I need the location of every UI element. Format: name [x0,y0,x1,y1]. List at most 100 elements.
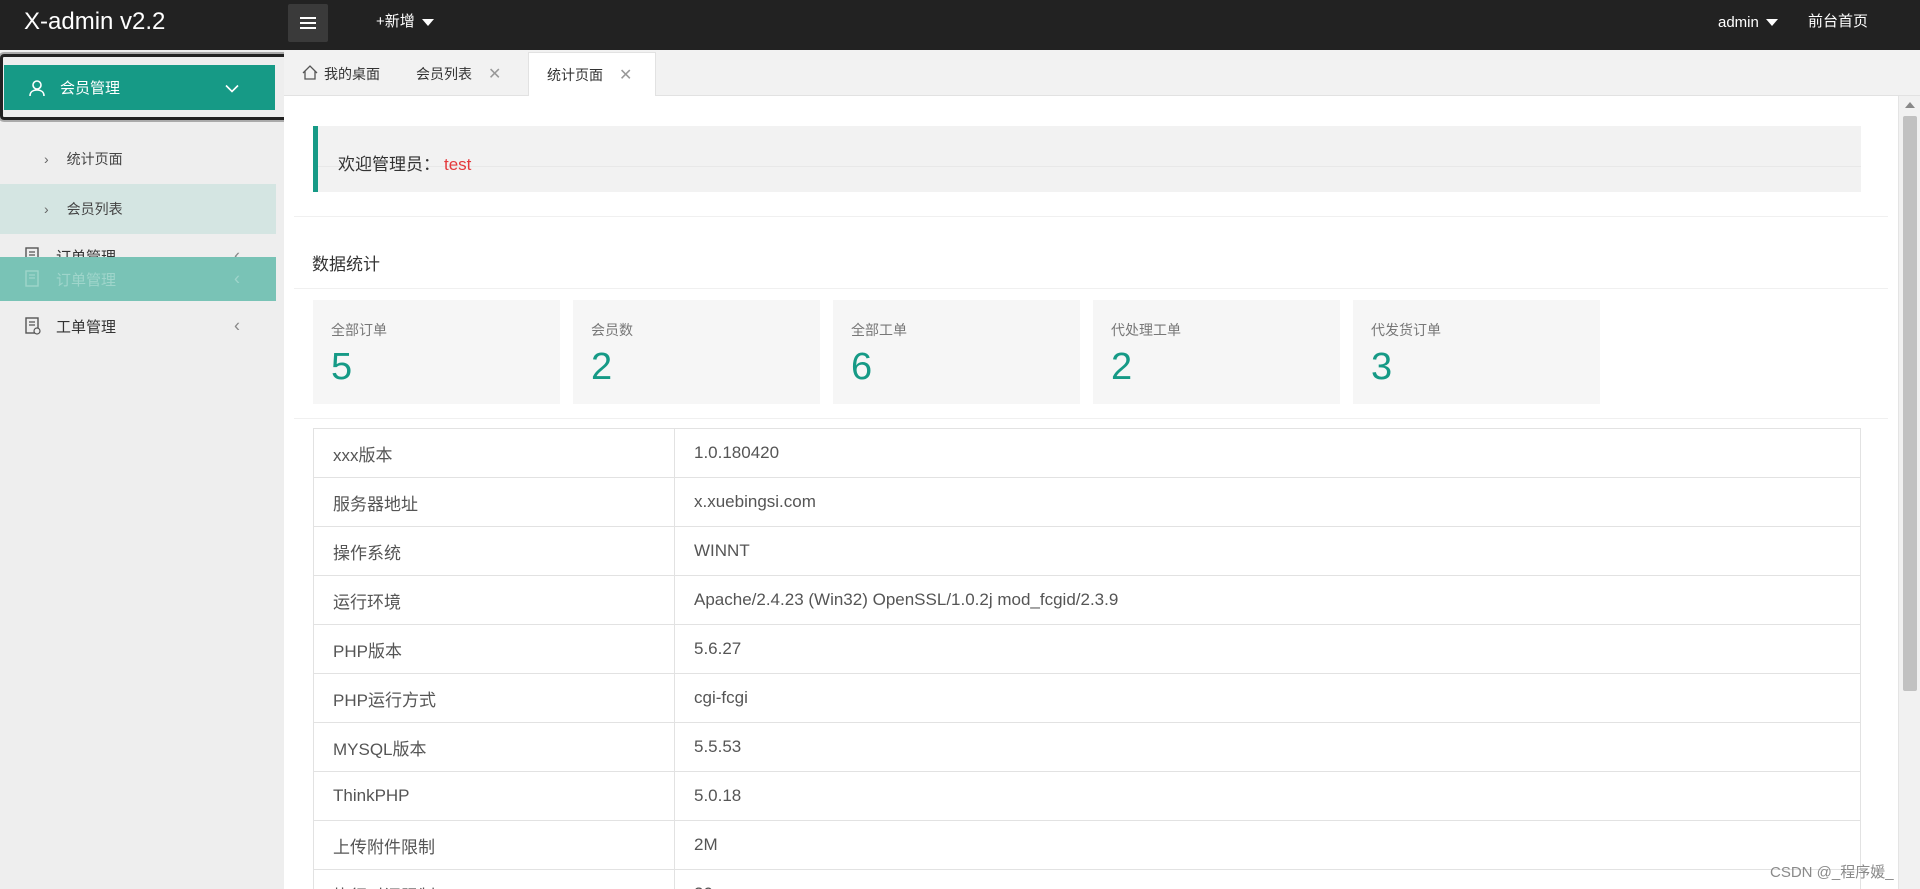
tab-bar: 我的桌面 会员列表 ✕ 统计页面 ✕ [284,50,1920,97]
server-info-table: xxx版本 1.0.180420 服务器地址 x.xuebingsi.com 操作系… [313,428,1861,889]
table-row: xxx版本 1.0.180420 [313,428,1861,478]
main-content: 欢迎管理员： test 数据统计 全部订单 5 会员数 2 全部工单 6 代处理工… [284,96,1898,889]
info-key: 上传附件限制 [313,820,675,870]
stat-label: 会员数 [591,322,633,338]
sidebar-item-label: 订单管理 [56,271,117,289]
info-value: 30s [674,869,1861,889]
info-key: 操作系统 [313,526,675,576]
front-home-link[interactable]: 前台首页 [1808,0,1868,44]
table-row: PHP版本 5.6.27 [313,624,1861,674]
info-value: WINNT [674,526,1861,576]
info-value: 5.6.27 [674,624,1861,674]
table-row: 操作系统 WINNT [313,526,1861,576]
welcome-username: test [444,155,472,174]
stat-label: 全部订单 [331,322,387,338]
divider [294,216,1888,217]
stat-label: 代处理工单 [1111,322,1181,338]
chevron-right-icon: › [44,201,49,217]
ticket-icon [22,315,44,337]
divider [294,418,1888,419]
stat-value: 3 [1371,346,1393,388]
section-title: 数据统计 [312,255,380,274]
stat-value: 5 [331,346,353,388]
stat-value: 2 [1111,346,1133,388]
sidebar-subitem-label: 统计页面 [66,151,123,167]
info-key: PHP版本 [313,624,675,674]
info-value: cgi-fcgi [674,673,1861,723]
scrollbar-thumb[interactable] [1903,116,1917,691]
close-icon[interactable]: ✕ [488,64,501,84]
app-logo[interactable]: X-admin v2.2 [24,0,165,50]
info-value: x.xuebingsi.com [674,477,1861,527]
user-name: admin [1718,13,1759,31]
stat-value: 2 [591,346,613,388]
chevron-down-icon [225,77,239,98]
table-row: 运行环境 Apache/2.4.23 (Win32) OpenSSL/1.0.2j… [313,575,1861,625]
divider [318,166,1861,167]
stat-card[interactable]: 会员数 2 [573,300,820,404]
info-value: 5.5.53 [674,722,1861,772]
welcome-prefix: 欢迎管理员： [338,155,440,174]
info-key: ThinkPHP [313,771,675,821]
scroll-up-icon[interactable] [1905,102,1915,108]
table-row: 执行时间限制30s [313,869,1861,889]
chevron-left-icon: ‹ [234,315,240,336]
table-row: 上传附件限制 2M [313,820,1861,870]
info-value: Apache/2.4.23 (Win32) OpenSSL/1.0.2j mod… [674,575,1861,625]
chevron-left-icon: ‹ [234,268,240,289]
tab-label: 会员列表 [416,66,472,82]
welcome-banner: 欢迎管理员： test [313,126,1861,192]
user-menu[interactable]: admin [1718,0,1778,44]
add-new-menu[interactable]: +新增 [376,0,434,44]
sidebar-item-ticket-management[interactable]: 工单管理 ‹ [0,304,276,348]
sidebar-item-label: 会员管理 [60,80,121,97]
sidebar-item-order-management-hover[interactable]: 订单管理 ‹ [0,257,276,301]
add-new-label: +新增 [376,13,415,30]
table-row: PHP运行方式 cgi-fcgi [313,673,1861,723]
caret-down-icon [1765,18,1778,26]
tab-member-list[interactable]: 会员列表 ✕ [404,52,511,96]
tab-my-desktop[interactable]: 我的桌面 [294,52,388,96]
table-row: ThinkPHP 5.0.18 [313,771,1861,821]
tab-label: 统计页面 [547,67,603,83]
caret-down-icon [421,18,434,26]
sidebar-item-label: 工单管理 [56,318,117,336]
stat-card[interactable]: 代发货订单 3 [1353,300,1600,404]
stat-card[interactable]: 全部订单 5 [313,300,560,404]
table-row: 服务器地址 x.xuebingsi.com [313,477,1861,527]
hamburger-icon [300,17,316,29]
stat-card[interactable]: 全部工单 6 [833,300,1080,404]
close-icon[interactable]: ✕ [619,65,632,85]
top-header: X-admin v2.2 +新增 admin 前台首页 [0,0,1920,50]
welcome-text: 欢迎管理员： test [338,150,471,175]
sidebar-subitem-stats[interactable]: › 统计页面 [0,134,276,184]
stat-label: 全部工单 [851,322,907,338]
order-icon [22,268,44,290]
info-key: 运行环境 [313,575,675,625]
user-icon [26,77,48,99]
info-key: PHP运行方式 [313,673,675,723]
tab-stats-page[interactable]: 统计页面 ✕ [528,52,656,97]
table-row: MYSQL版本 5.5.53 [313,722,1861,772]
home-icon [302,65,318,83]
info-value: 1.0.180420 [674,428,1861,478]
sidebar-item-member-management[interactable]: 会员管理 [4,65,275,110]
stat-label: 代发货订单 [1371,322,1441,338]
vertical-scrollbar[interactable] [1898,96,1920,889]
divider [294,288,1888,289]
stat-card[interactable]: 代处理工单 2 [1093,300,1340,404]
info-value: 2M [674,820,1861,870]
sidebar-subitem-member-list[interactable]: › 会员列表 [0,184,276,234]
sidebar-subitem-label: 会员列表 [66,201,123,217]
info-key: 服务器地址 [313,477,675,527]
info-key: MYSQL版本 [313,722,675,772]
watermark: CSDN @_程序媛_ [1770,864,1894,881]
stat-value: 6 [851,346,873,388]
tab-label: 我的桌面 [324,66,380,82]
info-key: xxx版本 [313,428,675,478]
info-key: 执行时间限制 [313,869,675,889]
menu-toggle-button[interactable] [288,4,328,42]
sidebar: 会员管理 › 统计页面 › 会员列表 订单管理 ‹ 订单管理 ‹ 工单管理 ‹ [0,50,288,889]
chevron-right-icon: › [44,151,49,167]
info-value: 5.0.18 [674,771,1861,821]
